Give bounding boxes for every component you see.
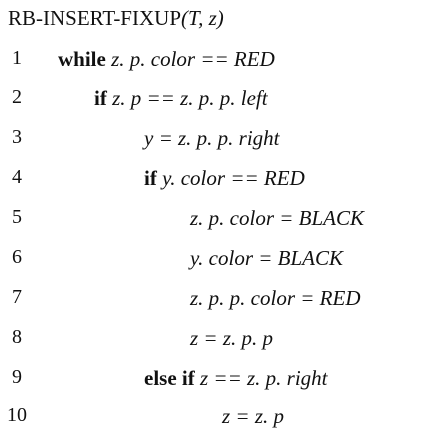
algorithm-args: (T, z) [181,6,224,30]
statement: z. p. p. color = RED [190,286,361,310]
code-line: 3 y = z. p. p. right [0,126,430,158]
code-text: while z. p. color == RED [58,47,275,72]
code-text: z. p. p. color = RED [190,286,361,311]
statement: z = z. p. p [190,326,274,350]
code-text: else if z == z. p. right [144,366,328,391]
line-number: 8 [12,326,22,348]
code-line: 1 while z. p. color == RED [0,47,430,79]
code-text: if z. p == z. p. p. left [94,86,268,111]
statement: z. p == z. p. p. left [106,86,268,110]
code-line: 6 y. color = BLACK [0,246,430,278]
statement: z. p. color = BLACK [190,206,365,230]
code-line: 8 z = z. p. p [0,326,430,358]
line-number: 6 [12,246,22,268]
code-line: 5 z. p. color = BLACK [0,206,430,238]
code-text: if y. color == RED [144,166,305,191]
line-number: 5 [12,206,22,228]
algorithm-name: RB-INSERT-FIXUP [8,6,181,30]
line-number: 10 [7,404,27,426]
code-text: z = z. p [222,404,284,429]
line-number: 4 [12,166,22,188]
statement: y = z. p. p. right [144,126,280,150]
statement: z == z. p. right [194,366,328,390]
code-text: z. p. color = BLACK [190,206,364,231]
line-number: 3 [12,126,22,148]
keyword: while [58,47,106,71]
statement: y. color == RED [156,166,305,190]
line-number: 9 [12,366,22,388]
code-text: z = z. p. p [190,326,273,351]
algorithm-title: RB-INSERT-FIXUP(T, z) [8,6,224,31]
code-line: 10 z = z. p [0,404,430,436]
code-line: 2 if z. p == z. p. p. left [0,86,430,118]
statement: z = z. p [222,404,285,428]
code-text: y = z. p. p. right [144,126,280,151]
statement: y. color = BLACK [190,246,344,270]
line-number: 1 [12,47,22,69]
keyword: else if [144,366,195,390]
code-text: y. color = BLACK [190,246,343,271]
line-number: 7 [12,286,22,308]
line-number: 2 [12,86,22,108]
statement: z. p. color == RED [105,47,275,71]
code-line: 7 z. p. p. color = RED [0,286,430,318]
keyword: if [94,86,107,110]
code-line: 9 else if z == z. p. right [0,366,430,398]
keyword: if [144,166,157,190]
code-line: 4 if y. color == RED [0,166,430,198]
